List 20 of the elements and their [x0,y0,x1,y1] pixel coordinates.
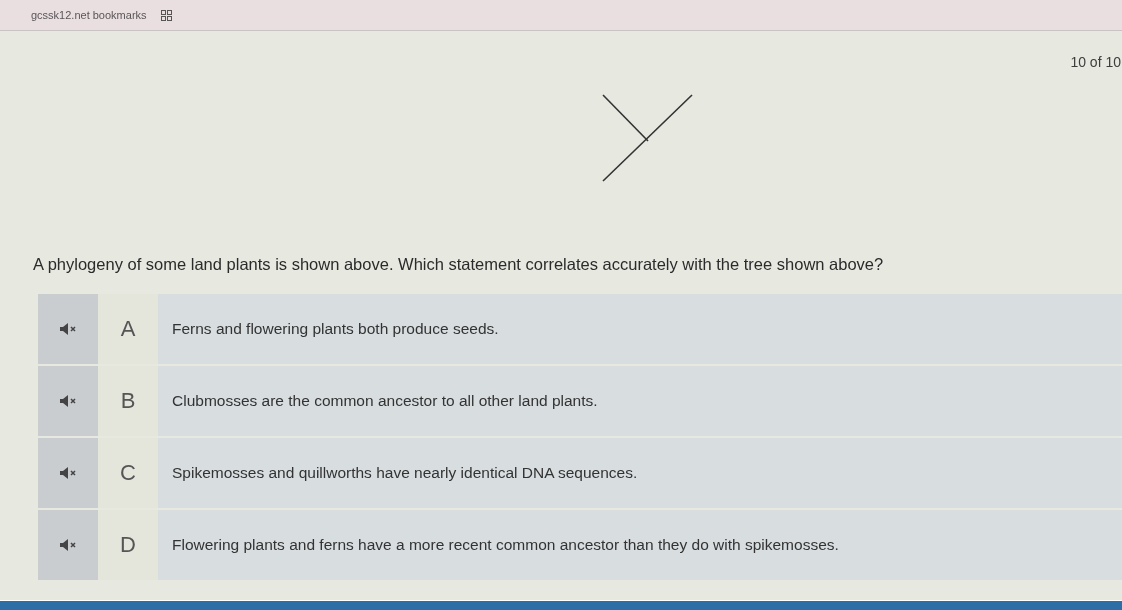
read-aloud-button[interactable] [38,294,98,364]
muted-speaker-icon [59,467,77,479]
answer-option[interactable]: Spikemosses and quillworths have nearly identical DNA sequences. [158,438,1122,508]
read-aloud-button[interactable] [38,438,98,508]
muted-speaker-icon [59,395,77,407]
bookmarks-link[interactable]: gcssk12.net bookmarks [31,9,147,21]
read-aloud-button[interactable] [38,510,98,580]
option-letter: B [98,366,158,436]
muted-speaker-icon [59,539,77,551]
answer-option[interactable]: Clubmosses are the common ancestor to all other land plants. [158,366,1122,436]
option-letter: A [98,294,158,364]
read-aloud-button[interactable] [38,366,98,436]
muted-speaker-icon [59,323,77,335]
option-letter: D [98,510,158,580]
question-counter: 10 of 10 [1070,54,1121,70]
option-letter: C [98,438,158,508]
apps-grid-icon[interactable] [160,9,172,21]
answer-option[interactable]: Flowering plants and ferns have a more recent common ancestor than they do with spikemosses. [158,510,1122,580]
answer-option[interactable]: Ferns and flowering plants both produce seeds. [158,294,1122,364]
question-prompt: A phylogeny of some land plants is shown above. Which statement correlates accurately with the tree shown above? [33,255,885,274]
